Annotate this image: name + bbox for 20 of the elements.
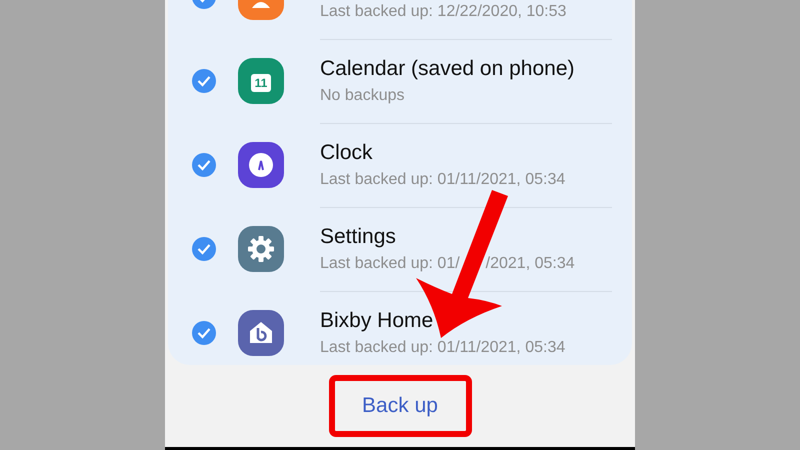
- checkmark-icon: [197, 159, 211, 171]
- checkbox[interactable]: [192, 237, 216, 261]
- item-title: Bixby Home: [320, 308, 434, 334]
- item-subtitle: No backups: [320, 86, 406, 106]
- item-subtitle: Last backed up: 01/11/2021, 05:34: [320, 338, 566, 358]
- item-title: Clock: [320, 140, 374, 166]
- item-title: Settings: [320, 224, 397, 250]
- back-up-button[interactable]: Back up: [354, 390, 446, 422]
- checkmark-icon: [197, 75, 211, 87]
- item-subtitle: Last backed up: 01/11/2021, 05:34: [320, 170, 566, 190]
- checkbox[interactable]: [192, 69, 216, 93]
- checkmark-icon: [197, 243, 211, 255]
- item-subtitle: Last backed up: 12/22/2020, 10:53: [320, 2, 568, 22]
- item-title: Calendar (saved on phone): [320, 56, 576, 82]
- calendar-icon: 11: [251, 74, 271, 92]
- checkbox[interactable]: [192, 321, 216, 345]
- item-subtitle: /2021, 05:34: [486, 254, 575, 274]
- checkbox[interactable]: [192, 153, 216, 177]
- checkmark-icon: [197, 327, 211, 339]
- item-subtitle: Last backed up: 01/: [320, 254, 460, 274]
